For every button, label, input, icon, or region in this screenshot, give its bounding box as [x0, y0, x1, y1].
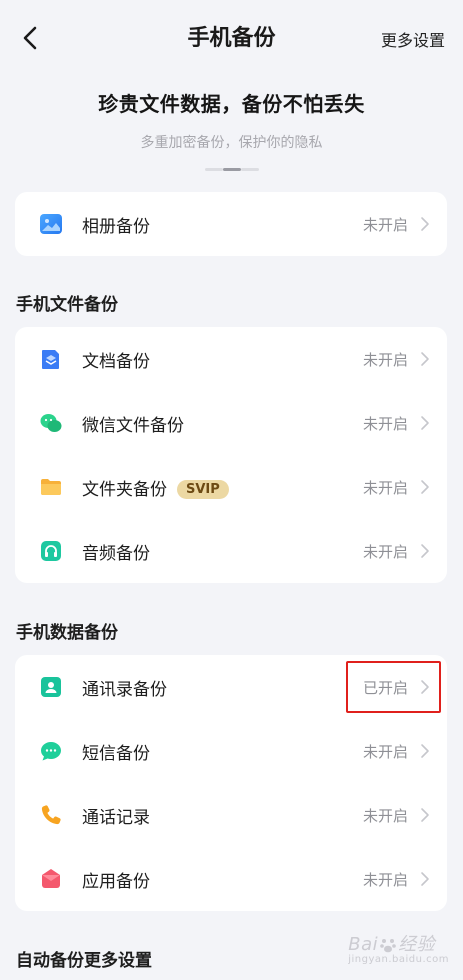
call-log-row[interactable]: 通话记录 未开启 [15, 783, 447, 847]
audio-backup-status: 未开启 [362, 542, 408, 561]
more-settings-button[interactable]: 更多设置 [381, 27, 445, 51]
chevron-right-icon [421, 352, 429, 366]
watermark-logo: Bai 经验 jingyan.baidu.com [348, 930, 449, 965]
indicator-dot [205, 168, 223, 171]
album-backup-label: 相册备份 [82, 216, 150, 237]
document-backup-label: 文档备份 [82, 351, 150, 372]
album-backup-status: 未开启 [362, 215, 408, 234]
svip-badge: SVIP [177, 479, 229, 499]
folder-backup-label: 文件夹备份 [82, 479, 167, 500]
audio-backup-label: 音频备份 [82, 543, 150, 564]
sms-backup-label: 短信备份 [82, 743, 150, 764]
sms-backup-row[interactable]: 短信备份 未开启 [15, 719, 447, 783]
album-backup-row[interactable]: 相册备份 未开启 [15, 192, 447, 256]
section-title-auto-backup: 自动备份更多设置 [16, 951, 152, 971]
document-icon [42, 350, 59, 369]
watermark-text: Bai [348, 934, 379, 955]
album-card: 相册备份 未开启 [15, 192, 447, 256]
app-backup-row[interactable]: 应用备份 未开启 [15, 847, 447, 911]
watermark-text-2: 经验 [398, 934, 436, 955]
file-backup-card: 文档备份 未开启 微信文件备份 未开启 文件夹备份 SVIP 未开启 音频备份 … [15, 327, 447, 583]
wechat-file-backup-status: 未开启 [362, 414, 408, 433]
indicator-dot [241, 168, 259, 171]
section-title-file-backup: 手机文件备份 [16, 295, 118, 315]
paw-icon [380, 939, 396, 953]
folder-backup-status: 未开启 [362, 478, 408, 497]
app-backup-status: 未开启 [362, 870, 408, 889]
call-log-status: 未开启 [362, 806, 408, 825]
image-icon [40, 214, 62, 234]
chevron-right-icon [421, 680, 429, 694]
document-backup-row[interactable]: 文档备份 未开启 [15, 327, 447, 391]
chevron-right-icon [421, 480, 429, 494]
chevron-right-icon [421, 744, 429, 758]
audio-backup-row[interactable]: 音频备份 未开启 [15, 519, 447, 583]
message-icon [41, 742, 61, 761]
chevron-right-icon [421, 416, 429, 430]
watermark-subtext: jingyan.baidu.com [348, 954, 449, 965]
top-bar: 手机备份 更多设置 [0, 0, 463, 76]
chevron-right-icon [421, 808, 429, 822]
indicator-dot-active [223, 168, 241, 171]
call-log-label: 通话记录 [82, 807, 150, 828]
wechat-file-backup-label: 微信文件备份 [82, 415, 184, 436]
contact-icon [41, 677, 61, 697]
app-icon [42, 869, 60, 888]
headphone-icon [41, 541, 61, 561]
document-backup-status: 未开启 [362, 350, 408, 369]
contacts-backup-status: 已开启 [362, 678, 408, 697]
chevron-right-icon [421, 544, 429, 558]
wechat-icon [40, 414, 62, 432]
data-backup-card: 通讯录备份 已开启 短信备份 未开启 通话记录 未开启 应用备份 未开启 [15, 655, 447, 911]
chevron-right-icon [421, 872, 429, 886]
folder-backup-label-wrap: 文件夹备份 SVIP [82, 475, 229, 500]
hero-title: 珍贵文件数据，备份不怕丢失 [98, 92, 365, 116]
phone-icon [41, 805, 61, 825]
sms-backup-status: 未开启 [362, 742, 408, 761]
folder-icon [41, 479, 61, 495]
chevron-right-icon [421, 217, 429, 231]
contacts-backup-label: 通讯录备份 [82, 679, 167, 700]
section-title-data-backup: 手机数据备份 [16, 623, 118, 643]
carousel-indicator [205, 168, 259, 172]
app-backup-label: 应用备份 [82, 871, 150, 892]
contacts-backup-row[interactable]: 通讯录备份 已开启 [15, 655, 447, 719]
hero-subtitle: 多重加密备份，保护你的隐私 [140, 135, 323, 151]
wechat-file-backup-row[interactable]: 微信文件备份 未开启 [15, 391, 447, 455]
folder-backup-row[interactable]: 文件夹备份 SVIP 未开启 [15, 455, 447, 519]
